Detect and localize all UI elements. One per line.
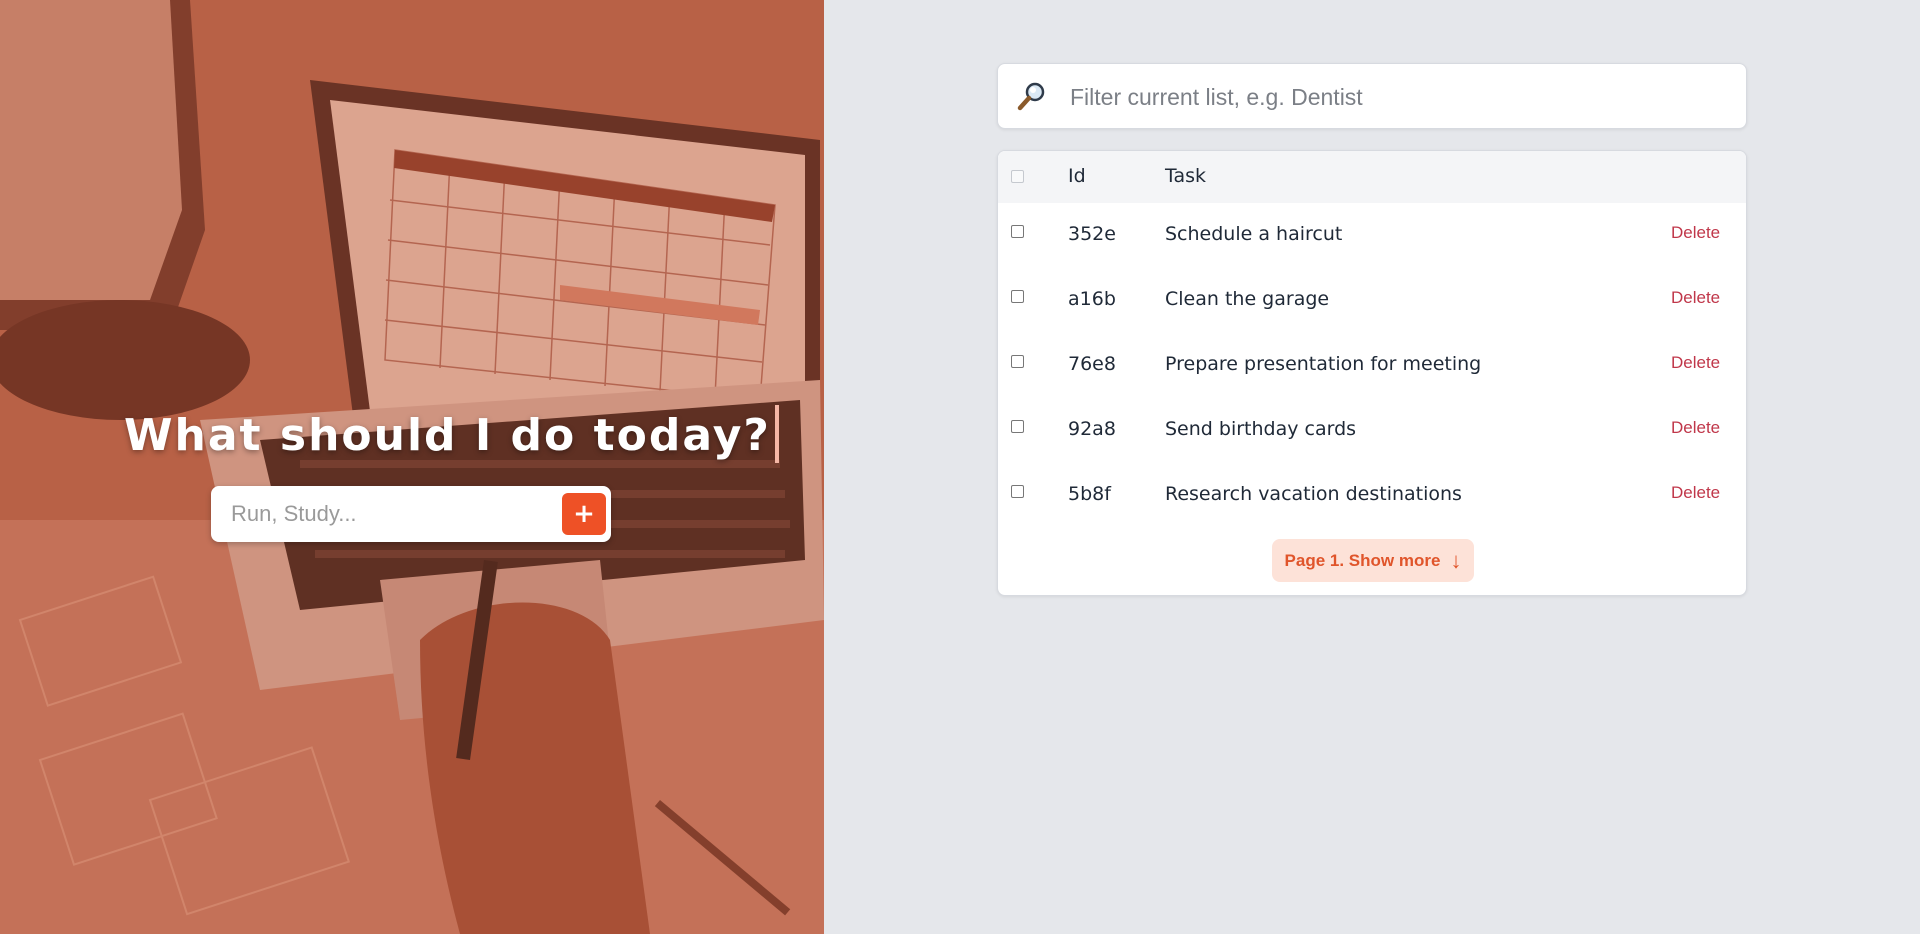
table-row: 76e8 Prepare presentation for meeting De… xyxy=(998,333,1746,398)
task-id: 352e xyxy=(1068,223,1116,245)
task-name: Prepare presentation for meeting xyxy=(1165,353,1482,375)
hero-heading: What should I do today? xyxy=(124,404,779,468)
row-checkbox[interactable] xyxy=(1011,420,1024,433)
delete-button[interactable]: Delete xyxy=(1671,223,1720,243)
text-cursor xyxy=(774,405,779,463)
show-more-label: Page 1. Show more xyxy=(1284,550,1441,570)
task-name: Research vacation destinations xyxy=(1165,483,1462,505)
row-checkbox[interactable] xyxy=(1011,290,1024,303)
column-header-id[interactable]: Id xyxy=(1068,165,1086,187)
magnifying-glass-icon xyxy=(1017,82,1045,111)
delete-button[interactable]: Delete xyxy=(1671,418,1720,438)
task-id: a16b xyxy=(1068,288,1116,310)
add-task-form: + xyxy=(211,486,611,542)
task-id: 5b8f xyxy=(1068,483,1111,505)
row-checkbox[interactable] xyxy=(1011,225,1024,238)
select-all-checkbox[interactable] xyxy=(1011,170,1024,183)
delete-button[interactable]: Delete xyxy=(1671,353,1720,373)
hero-panel: What should I do today? + xyxy=(0,0,824,934)
task-name: Clean the garage xyxy=(1165,288,1330,310)
new-task-input[interactable] xyxy=(211,486,551,542)
add-task-button[interactable]: + xyxy=(562,493,606,535)
table-header: Id Task xyxy=(998,151,1746,203)
table-row: 92a8 Send birthday cards Delete xyxy=(998,398,1746,463)
plus-icon: + xyxy=(573,499,595,529)
delete-button[interactable]: Delete xyxy=(1671,483,1720,503)
task-id: 76e8 xyxy=(1068,353,1116,375)
task-id: 92a8 xyxy=(1068,418,1116,440)
row-checkbox[interactable] xyxy=(1011,485,1024,498)
hero-title-text: What should I do today? xyxy=(124,410,771,461)
filter-box xyxy=(997,63,1747,130)
table-row: 352e Schedule a haircut Delete xyxy=(998,203,1746,268)
delete-button[interactable]: Delete xyxy=(1671,288,1720,308)
filter-input[interactable] xyxy=(1068,64,1732,130)
table-row: 5b8f Research vacation destinations Dele… xyxy=(998,463,1746,528)
task-name: Send birthday cards xyxy=(1165,418,1357,440)
task-name: Schedule a haircut xyxy=(1165,223,1343,245)
task-table: Id Task 352e Schedule a haircut Delete a… xyxy=(997,150,1747,596)
column-header-task[interactable]: Task xyxy=(1165,165,1206,187)
show-more-button[interactable]: Page 1. Show more ↓ xyxy=(1272,539,1474,582)
row-checkbox[interactable] xyxy=(1011,355,1024,368)
arrow-down-icon: ↓ xyxy=(1450,547,1462,573)
table-row: a16b Clean the garage Delete xyxy=(998,268,1746,333)
